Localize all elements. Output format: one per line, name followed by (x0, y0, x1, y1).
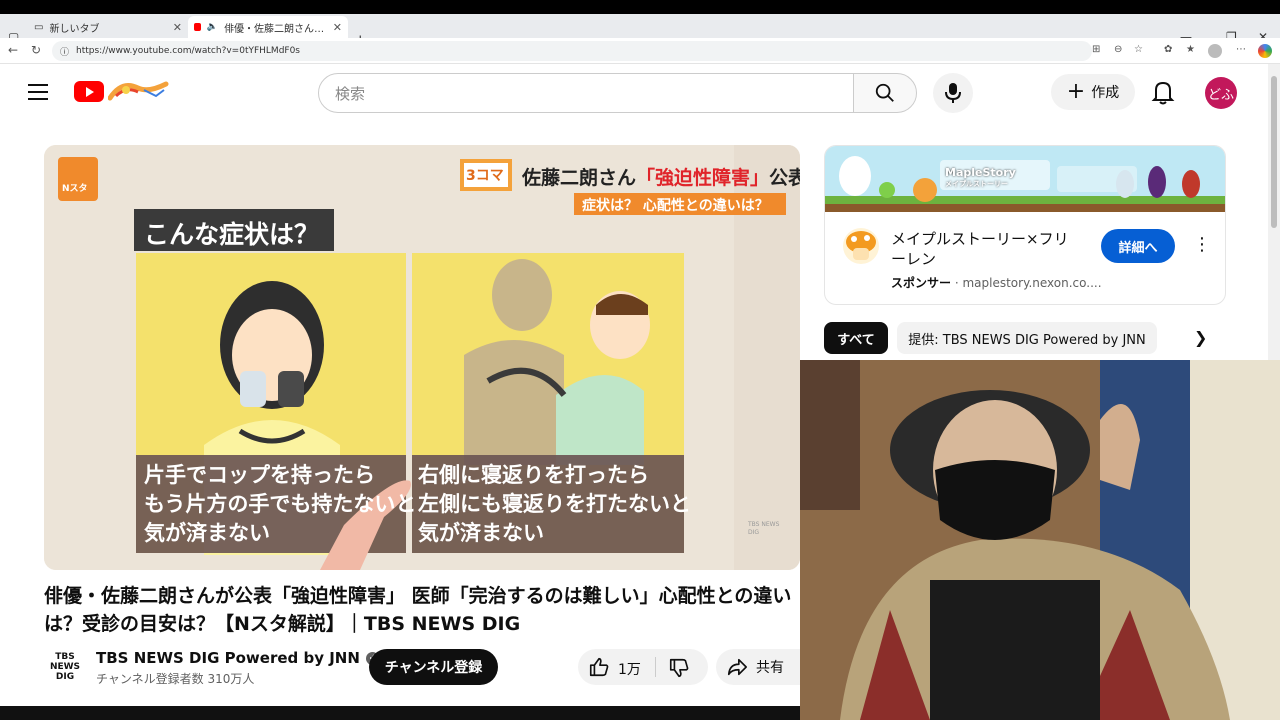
frame-badge: 3コマ (466, 168, 504, 184)
desktop-screen: ▢ ▭ 新しいタブ ✕ 🔈 俳優・佐藤二朗さんが公表「強迫 ✕ + — ❐ ✕ … (0, 0, 1280, 720)
frame-headline: 佐藤二朗さん「強迫性障害」公表 (522, 163, 800, 190)
create-label: 作成 (1091, 85, 1120, 101)
youtube-logo[interactable] (74, 81, 104, 102)
url-field[interactable]: ⓘ https://www.youtube.com/watch?v=0tYFHL… (52, 41, 1092, 61)
search-placeholder: 検索 (335, 84, 366, 103)
favorites-icon[interactable]: ★ (1186, 44, 1195, 55)
program-logo: Nスタ (62, 184, 88, 194)
account-avatar[interactable]: どふ (1205, 77, 1237, 109)
more-menu-icon[interactable]: ⋯ (1236, 44, 1246, 55)
copilot-icon[interactable] (1258, 44, 1272, 58)
ad-banner-image[interactable] (825, 146, 1226, 212)
page-icon: ▭ (34, 21, 44, 33)
channel-logo-line: NEWS (49, 662, 81, 672)
search-icon (875, 83, 894, 102)
menu-icon[interactable] (28, 84, 48, 100)
ad-details-button[interactable]: 詳細へ (1101, 229, 1175, 263)
like-dislike-group: 1万 (578, 649, 708, 685)
voice-search-button[interactable] (933, 73, 973, 113)
webcam-overlay (800, 360, 1280, 720)
url-text: https://www.youtube.com/watch?v=0tYFHLMd… (76, 46, 300, 56)
close-icon[interactable]: ✕ (333, 21, 342, 34)
search-input[interactable]: 検索 (318, 73, 854, 113)
microphone-icon (945, 83, 961, 103)
sponsored-ad-card[interactable]: MapleStory メイプルストーリー メイプルストーリー×フリーレン スポン… (824, 145, 1226, 305)
youtube-masthead: 検索 + 作成 どふ (0, 64, 1268, 122)
video-title: 俳優・佐藤二朗さんが公表「強迫性障害」 医師「完治するのは難しい」心配性との違い… (44, 585, 792, 635)
favorite-star-icon[interactable]: ☆ (1134, 44, 1143, 55)
channel-name: TBS NEWS DIG Powered by JNN (96, 649, 360, 667)
chip-all[interactable]: すべて (824, 322, 888, 354)
notifications-bell-icon[interactable] (1150, 79, 1176, 105)
more-vert-icon[interactable]: ⋮ (1193, 234, 1211, 255)
like-icon[interactable] (588, 656, 610, 678)
frame-headline-keyword: 「強迫性障害」 (636, 167, 770, 189)
tab-youtube[interactable]: 🔈 俳優・佐藤二朗さんが公表「強迫 ✕ (188, 16, 348, 38)
holiday-doodle-logo[interactable] (108, 76, 170, 106)
chevron-right-icon[interactable]: ❯ (1194, 328, 1207, 347)
plus-icon: + (1066, 79, 1086, 104)
frame-headline-tail: 公表 (769, 167, 800, 189)
channel-name-link[interactable]: TBS NEWS DIG Powered by JNN ✓ (96, 649, 379, 667)
frame-question: こんな症状は？ (144, 220, 320, 249)
frame-subheadline: 症状は？ 心配性との違いは？ (582, 198, 769, 214)
browser-tab-strip: ▢ ▭ 新しいタブ ✕ 🔈 俳優・佐藤二朗さんが公表「強迫 ✕ + — ❐ ✕ (0, 14, 1280, 49)
speaker-icon[interactable]: 🔈 (207, 22, 218, 32)
share-label: 共有 (756, 660, 784, 676)
like-count: 1万 (618, 662, 641, 678)
search-button[interactable] (853, 73, 917, 113)
ad-sponsor-label: スポンサー (891, 276, 952, 290)
ad-banner-logo-subtitle: メイプルストーリー (945, 180, 1008, 188)
share-button[interactable]: 共有 (716, 649, 800, 685)
subscriber-count: チャンネル登録者数 310万人 (96, 672, 255, 686)
create-button[interactable]: + 作成 (1051, 74, 1135, 110)
subscribe-button[interactable]: チャンネル登録 (369, 649, 498, 685)
frame-caption-left: 片手でコップを持ったら もう片方の手でも持たないと 気が済まない (144, 463, 417, 545)
ad-banner-logo-text: MapleStory メイプルストーリー (945, 166, 1016, 189)
ad-banner-logo-title: MapleStory (945, 166, 1016, 179)
channel-logo-line: TBS (55, 652, 75, 662)
ad-sponsor-line: スポンサー · maplestory.nexon.co.... (891, 276, 1102, 290)
reload-icon[interactable]: ↻ (31, 43, 41, 57)
letterbox-bottom (0, 706, 800, 720)
chip-provider[interactable]: 提供: TBS NEWS DIG Powered by JNN (897, 322, 1157, 354)
ad-domain: maplestory.nexon.co.... (962, 276, 1102, 290)
share-icon (727, 658, 747, 676)
channel-logo-line: DIG (55, 672, 75, 682)
divider (655, 657, 656, 677)
back-icon[interactable]: ← (8, 43, 18, 57)
youtube-favicon-icon (194, 23, 201, 31)
site-info-icon[interactable]: ⓘ (60, 45, 69, 58)
zoom-icon[interactable]: ⊖ (1114, 44, 1122, 55)
channel-avatar[interactable]: TBS NEWS DIG (44, 646, 86, 688)
profile-icon[interactable] (1208, 44, 1222, 58)
ad-title[interactable]: メイプルストーリー×フリーレン (891, 229, 1081, 269)
tab-label: 新しいタブ (49, 23, 100, 35)
ad-advertiser-icon (843, 228, 879, 264)
frame-caption-right: 右側に寝返りを打ったら 左側にも寝返りを打たないと 気が済まない (418, 463, 691, 545)
frame-headline-name: 佐藤二朗さん (522, 167, 637, 189)
close-icon[interactable]: ✕ (173, 21, 182, 34)
tab-label: 俳優・佐藤二朗さんが公表「強迫 (224, 23, 327, 35)
tab-new-tab[interactable]: ▭ 新しいタブ ✕ (28, 16, 188, 38)
dislike-icon[interactable] (668, 657, 690, 679)
video-player[interactable]: Nスタ 3コマ 佐藤二朗さん「強迫性障害」公表 症状は？ 心配性との違いは？ こ… (44, 145, 800, 570)
letterbox-top (0, 0, 1280, 14)
reader-icon[interactable]: ⊞ (1092, 44, 1100, 55)
extension-icon[interactable]: ✿ (1164, 44, 1172, 55)
address-toolbar: ← ↻ ⓘ https://www.youtube.com/watch?v=0t… (0, 38, 1280, 64)
frame-watermark: TBS NEWS DIG (748, 521, 780, 536)
scrollbar-thumb[interactable] (1271, 76, 1277, 228)
